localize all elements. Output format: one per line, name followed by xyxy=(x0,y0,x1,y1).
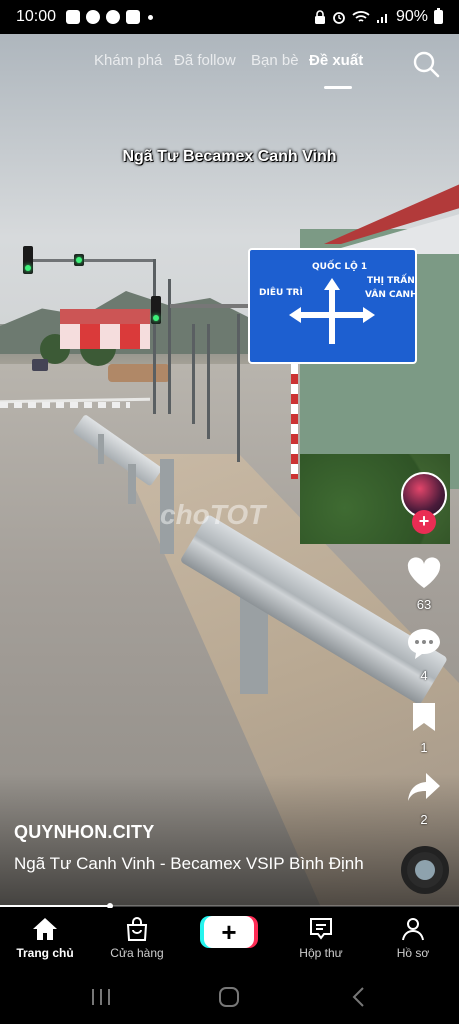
cross-arrows-icon xyxy=(289,278,375,344)
back-icon[interactable] xyxy=(348,986,370,1008)
shop-icon xyxy=(126,917,148,941)
post-caption[interactable]: Ngã Tư Canh Vinh - Becamex VSIP Bình Địn… xyxy=(14,852,374,876)
system-icons: 90% xyxy=(314,8,443,26)
share-count: 2 xyxy=(420,812,428,827)
battery-percent: 90% xyxy=(395,8,428,25)
alarm-icon xyxy=(333,12,345,24)
video-player[interactable]: QUỐC LỘ 1 DIÊU TRÌ THỊ TRẤN VÂN CANH cho… xyxy=(0,34,459,906)
top-tabs: Khám phá Đã follow Bạn bè Đề xuất xyxy=(0,44,459,88)
nav-home-label: Trang chủ xyxy=(16,946,74,960)
traffic-light xyxy=(23,246,33,274)
like-count: 63 xyxy=(416,597,432,612)
home-icon xyxy=(33,918,57,940)
road-sign: QUỐC LỘ 1 DIÊU TRÌ THỊ TRẤN VÂN CANH xyxy=(248,248,418,364)
nav-inbox[interactable]: Hộp thư xyxy=(276,914,366,960)
wifi-icon xyxy=(352,11,370,22)
nav-inbox-label: Hộp thư xyxy=(299,946,343,960)
save-count: 1 xyxy=(420,740,428,755)
video-progress-bar[interactable] xyxy=(0,903,459,909)
comment-button[interactable]: 4 xyxy=(400,627,448,683)
notification-icons xyxy=(66,10,154,24)
bookmark-icon xyxy=(413,703,435,731)
battery-icon xyxy=(434,8,443,24)
creator-avatar-button[interactable]: + xyxy=(400,472,448,534)
inbox-icon xyxy=(310,918,332,940)
share-icon xyxy=(408,773,440,801)
heart-icon xyxy=(407,557,441,588)
sign-top: QUỐC LỘ 1 xyxy=(312,262,368,272)
recent-apps-icon[interactable] xyxy=(90,986,112,1008)
follow-plus-icon[interactable]: + xyxy=(412,510,436,534)
chrome-icon xyxy=(106,10,121,24)
dot-icon xyxy=(148,14,154,20)
like-button[interactable]: 63 xyxy=(400,556,448,612)
messenger-icon xyxy=(86,10,101,24)
active-tab-indicator xyxy=(324,86,352,89)
save-button[interactable]: 1 xyxy=(400,701,448,755)
lock-icon xyxy=(314,10,325,24)
signal-icon xyxy=(376,14,387,23)
h-app-icon xyxy=(126,10,141,24)
tab-de-xuat[interactable]: Đề xuất xyxy=(309,52,363,69)
progress-fill xyxy=(0,905,111,907)
home-button-icon[interactable] xyxy=(218,986,240,1008)
status-bar: 10:00 90% xyxy=(0,0,459,34)
comment-icon xyxy=(408,629,440,659)
music-disc-icon[interactable] xyxy=(401,846,449,894)
bottom-nav: Trang chủ Cửa hàng + Hộp thư Hồ sơ xyxy=(0,908,459,970)
tab-ban-be[interactable]: Bạn bè xyxy=(251,52,299,69)
comment-count: 4 xyxy=(420,668,428,683)
video-overlay-title: Ngã Tư Becamex Canh Vinh xyxy=(122,148,337,165)
watermark: choTOT xyxy=(160,499,266,530)
tab-da-follow[interactable]: Đã follow xyxy=(174,52,236,69)
author-name[interactable]: QUYNHON.CITY xyxy=(14,822,154,843)
status-time: 10:00 xyxy=(16,8,57,25)
tab-kham-pha[interactable]: Khám phá xyxy=(94,52,162,69)
create-button[interactable]: + xyxy=(204,916,254,948)
photo-icon xyxy=(66,10,81,24)
nav-profile-label: Hồ sơ xyxy=(396,946,430,960)
profile-icon xyxy=(402,918,424,941)
search-icon[interactable] xyxy=(412,50,440,78)
nav-shop[interactable]: Cửa hàng xyxy=(92,914,182,960)
nav-home[interactable]: Trang chủ xyxy=(0,914,90,960)
nav-profile[interactable]: Hồ sơ xyxy=(368,914,458,960)
nav-shop-label: Cửa hàng xyxy=(110,946,164,960)
system-nav-bar xyxy=(0,970,459,1024)
share-button[interactable]: 2 xyxy=(400,771,448,827)
